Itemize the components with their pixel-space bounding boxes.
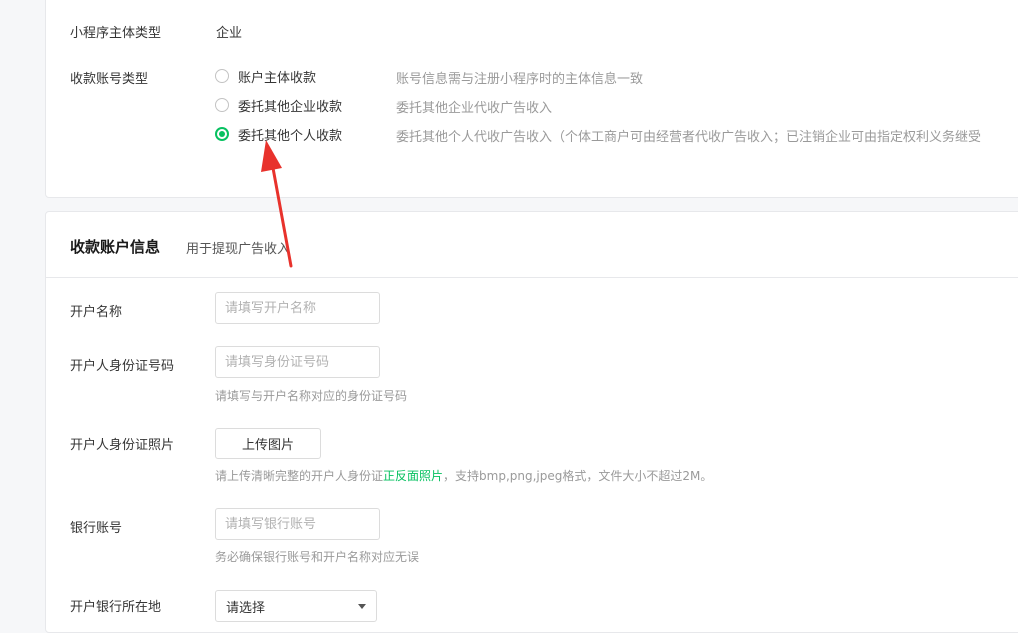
radio-unchecked-icon[interactable] (215, 69, 229, 83)
bank-location-select-value: 请选择 (226, 600, 266, 616)
radio-option-self[interactable]: 账户主体收款 (215, 66, 316, 86)
payment-type-label: 收款账号类型 (70, 72, 149, 87)
account-name-label: 开户名称 (70, 305, 123, 320)
radio-option-desc: 账号信息需与注册小程序时的主体信息一致 (396, 72, 644, 87)
radio-option-label: 账户主体收款 (238, 70, 317, 86)
subject-type-value: 企业 (216, 26, 243, 41)
id-number-hint: 请填写与开户名称对应的身份证号码 (215, 389, 408, 403)
radio-option-desc: 委托其他企业代收广告收入 (396, 101, 553, 116)
id-photo-label: 开户人身份证照片 (70, 438, 175, 453)
radio-unchecked-icon[interactable] (215, 98, 229, 112)
id-photo-hint-before: 请上传清晰完整的开户人身份证 (215, 469, 384, 483)
upload-image-button[interactable]: 上传图片 (215, 428, 321, 459)
account-name-input[interactable] (215, 292, 380, 324)
id-photo-hint-link[interactable]: 正反面照片 (383, 469, 443, 483)
id-photo-hint-after: ，支持bmp,png,jpeg格式，文件大小不超过2M。 (443, 469, 713, 483)
radio-option-other-company[interactable]: 委托其他企业收款 (215, 95, 342, 115)
bank-account-label: 银行账号 (70, 521, 123, 536)
section-title: 收款账户信息 (70, 238, 161, 256)
bank-account-input[interactable] (215, 508, 380, 540)
bank-account-hint: 务必确保银行账号和开户名称对应无误 (215, 550, 420, 564)
id-number-label: 开户人身份证号码 (70, 359, 175, 374)
subject-type-label: 小程序主体类型 (70, 26, 162, 41)
account-info-card (45, 211, 1018, 633)
section-divider (46, 277, 1018, 278)
bank-location-select[interactable]: 请选择 (215, 590, 377, 622)
radio-option-label: 委托其他企业收款 (238, 99, 343, 115)
radio-option-other-individual[interactable]: 委托其他个人收款 (215, 124, 342, 144)
bank-location-label: 开户银行所在地 (70, 600, 162, 615)
id-photo-hint: 请上传清晰完整的开户人身份证正反面照片，支持bmp,png,jpeg格式，文件大… (215, 467, 712, 484)
chevron-down-icon (358, 603, 366, 609)
id-number-input[interactable] (215, 346, 380, 378)
radio-option-desc: 委托其他个人代收广告收入（个体工商户可由经营者代收广告收入；已注销企业可由指定权… (396, 130, 982, 145)
radio-checked-icon[interactable] (215, 127, 229, 141)
section-subtitle: 用于提现广告收入 (186, 242, 291, 257)
radio-option-label: 委托其他个人收款 (238, 128, 343, 144)
